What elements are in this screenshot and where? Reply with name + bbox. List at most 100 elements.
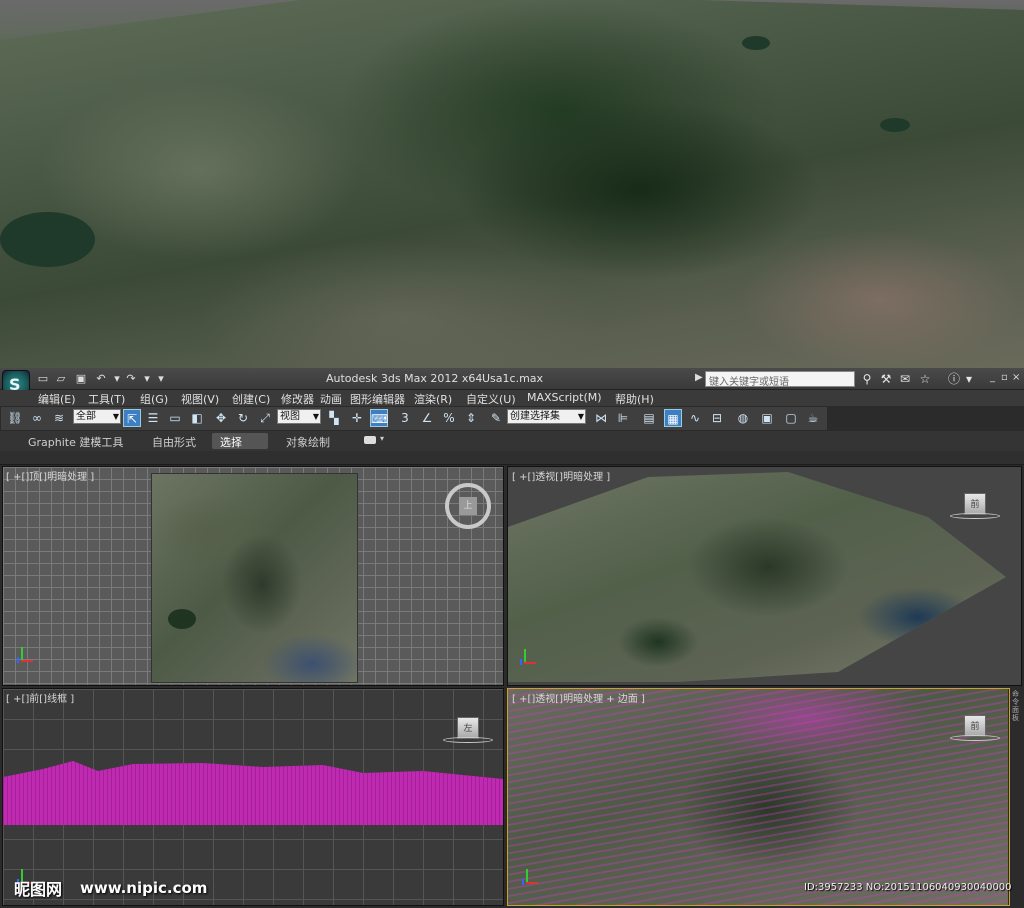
edit-named-selection-icon[interactable]: ✎ xyxy=(487,409,505,427)
ribbon-options-dropdown-icon[interactable]: ▾ xyxy=(380,434,384,443)
curve-editor-icon[interactable]: ∿ xyxy=(686,409,704,427)
app-title: Autodesk 3ds Max 2012 x64 xyxy=(326,372,483,385)
rendered-frame-window-icon[interactable]: ▢ xyxy=(782,409,800,427)
viewport-top[interactable]: 上 xyxy=(2,466,504,686)
viewport-perspective[interactable]: 前 xyxy=(507,466,1022,686)
watermark-url: www.nipic.com xyxy=(80,879,208,897)
reference-coord-dropdown[interactable]: 视图 ▼ xyxy=(277,409,321,424)
select-object-icon[interactable]: ⇱ xyxy=(123,409,141,427)
help-icon[interactable]: ⓘ xyxy=(946,371,962,387)
render-setup-icon[interactable]: ▣ xyxy=(758,409,776,427)
snaps-toggle-icon[interactable]: 3 xyxy=(396,409,414,427)
bind-space-warp-icon[interactable]: ≋ xyxy=(50,409,68,427)
menu-modifiers[interactable]: 修改器 xyxy=(281,391,314,407)
graphite-toggle-icon[interactable]: ▦ xyxy=(664,409,682,427)
named-selection-value: 创建选择集 xyxy=(510,411,560,422)
menu-animation[interactable]: 动画 xyxy=(320,391,342,407)
selection-filter-value: 全部 xyxy=(76,411,96,422)
menu-views[interactable]: 视图(V) xyxy=(181,391,219,407)
window-crossing-icon[interactable]: ◧ xyxy=(188,409,206,427)
viewcube-ring-icon[interactable] xyxy=(950,513,1000,519)
ribbon-panel-strip xyxy=(0,451,1024,465)
angle-snap-icon[interactable]: ∠ xyxy=(418,409,436,427)
select-rotate-icon[interactable]: ↻ xyxy=(234,409,252,427)
align-icon[interactable]: ⊫ xyxy=(614,409,632,427)
viewcube-icon[interactable]: 左 xyxy=(457,717,479,739)
menu-customize[interactable]: 自定义(U) xyxy=(466,391,516,407)
schematic-view-icon[interactable]: ⊟ xyxy=(708,409,726,427)
render-production-icon[interactable]: ☕ xyxy=(804,409,822,427)
tab-graphite-modeling[interactable]: Graphite 建模工具 xyxy=(20,433,131,449)
layer-manager-icon[interactable]: ▤ xyxy=(640,409,658,427)
open-file-icon[interactable]: ▱ xyxy=(54,372,68,385)
menu-tools[interactable]: 工具(T) xyxy=(88,391,125,407)
viewcube-compass-icon[interactable]: 上 xyxy=(445,483,491,529)
menu-maxscript[interactable]: MAXScript(M) xyxy=(527,391,602,404)
command-panel-label[interactable]: 命令面板 xyxy=(1012,690,1022,722)
menu-help[interactable]: 帮助(H) xyxy=(615,391,654,407)
file-name: Usa1c.max xyxy=(482,372,544,385)
select-scale-icon[interactable]: ⤢ xyxy=(256,409,274,427)
unlink-icon[interactable]: ∞ xyxy=(28,409,46,427)
communication-center-icon[interactable]: ✉ xyxy=(897,371,913,387)
top-view-lake xyxy=(168,609,196,629)
close-button[interactable]: × xyxy=(1012,372,1022,383)
menu-create[interactable]: 创建(C) xyxy=(232,391,270,407)
subscription-center-icon[interactable]: ⚒ xyxy=(878,371,894,387)
viewport-perspective-edged[interactable]: 前 xyxy=(507,688,1010,906)
ribbon-options-icon[interactable] xyxy=(364,436,376,444)
new-file-icon[interactable]: ▭ xyxy=(36,372,50,385)
viewport-perspective-label[interactable]: [ +[]透视[]明暗处理 ] xyxy=(512,468,610,483)
chevron-down-icon: ▼ xyxy=(312,412,319,421)
quick-access-customize-icon[interactable]: ▾ xyxy=(154,372,168,385)
restore-button[interactable]: ▫ xyxy=(1001,372,1011,383)
reference-coord-value: 视图 xyxy=(280,411,300,422)
search-expand-icon[interactable]: ▶ xyxy=(695,372,703,383)
viewcube-ring-icon[interactable] xyxy=(443,737,493,743)
rectangular-region-icon[interactable]: ▭ xyxy=(166,409,184,427)
select-by-name-icon[interactable]: ☰ xyxy=(144,409,162,427)
spinner-snap-icon[interactable]: ⇕ xyxy=(462,409,480,427)
viewport-perspective-edged-label[interactable]: [ +[]透视[]明暗处理 + 边面 ] xyxy=(512,690,645,705)
viewcube-icon[interactable]: 前 xyxy=(964,493,986,515)
pivot-center-icon[interactable]: ▚ xyxy=(325,409,343,427)
undo-icon[interactable]: ↶ xyxy=(94,372,108,385)
keyboard-shortcut-override-icon[interactable]: ⌨ xyxy=(370,409,388,427)
material-editor-icon[interactable]: ◍ xyxy=(734,409,752,427)
tab-selection[interactable]: 选择 xyxy=(212,433,268,449)
percent-snap-icon[interactable]: % xyxy=(440,409,458,427)
redo-icon[interactable]: ↷ xyxy=(124,372,138,385)
help-dropdown-icon[interactable]: ▾ xyxy=(964,371,974,387)
chevron-down-icon: ▼ xyxy=(112,412,119,421)
redo-dropdown-icon[interactable]: ▾ xyxy=(140,372,154,385)
tab-freeform[interactable]: 自由形式 xyxy=(144,433,204,449)
named-selection-dropdown[interactable]: 创建选择集 ▼ xyxy=(507,409,586,424)
selection-filter-dropdown[interactable]: 全部 ▼ xyxy=(73,409,121,424)
viewport-front[interactable]: 左 xyxy=(2,688,504,906)
menu-edit[interactable]: 编辑(E) xyxy=(38,391,76,407)
search-input[interactable]: 键入关键字或短语 xyxy=(705,371,855,388)
terrain-render-preview xyxy=(0,0,1024,368)
undo-dropdown-icon[interactable]: ▾ xyxy=(110,372,124,385)
viewport-front-label[interactable]: [ +[]前[]线框 ] xyxy=(6,690,74,705)
viewport-top-label[interactable]: [ +[]顶[]明暗处理 ] xyxy=(6,468,94,483)
menu-rendering[interactable]: 渲染(R) xyxy=(414,391,452,407)
menu-group[interactable]: 组(G) xyxy=(140,391,168,407)
viewcube-icon[interactable]: 前 xyxy=(964,715,986,737)
favorites-star-icon[interactable]: ☆ xyxy=(917,371,933,387)
link-icon[interactable]: ⛓ xyxy=(6,409,24,427)
binoculars-search-icon[interactable]: ⚲ xyxy=(859,371,875,387)
watermark-site-name: 昵图网 xyxy=(14,880,63,899)
viewcube-ring-icon[interactable] xyxy=(950,735,1000,741)
mirror-icon[interactable]: ⋈ xyxy=(592,409,610,427)
save-file-icon[interactable]: ▣ xyxy=(74,372,88,385)
minimize-button[interactable]: _ xyxy=(990,372,1000,383)
percent-snap-label: % xyxy=(443,411,455,425)
chevron-down-icon: ▼ xyxy=(577,412,584,421)
select-move-icon[interactable]: ✥ xyxy=(212,409,230,427)
render-lake-left xyxy=(0,212,95,267)
menu-graph-editors[interactable]: 图形编辑器 xyxy=(350,391,405,407)
select-manipulate-icon[interactable]: ✛ xyxy=(348,409,366,427)
axis-tripod-icon xyxy=(17,647,35,665)
tab-object-paint[interactable]: 对象绘制 xyxy=(278,433,338,449)
